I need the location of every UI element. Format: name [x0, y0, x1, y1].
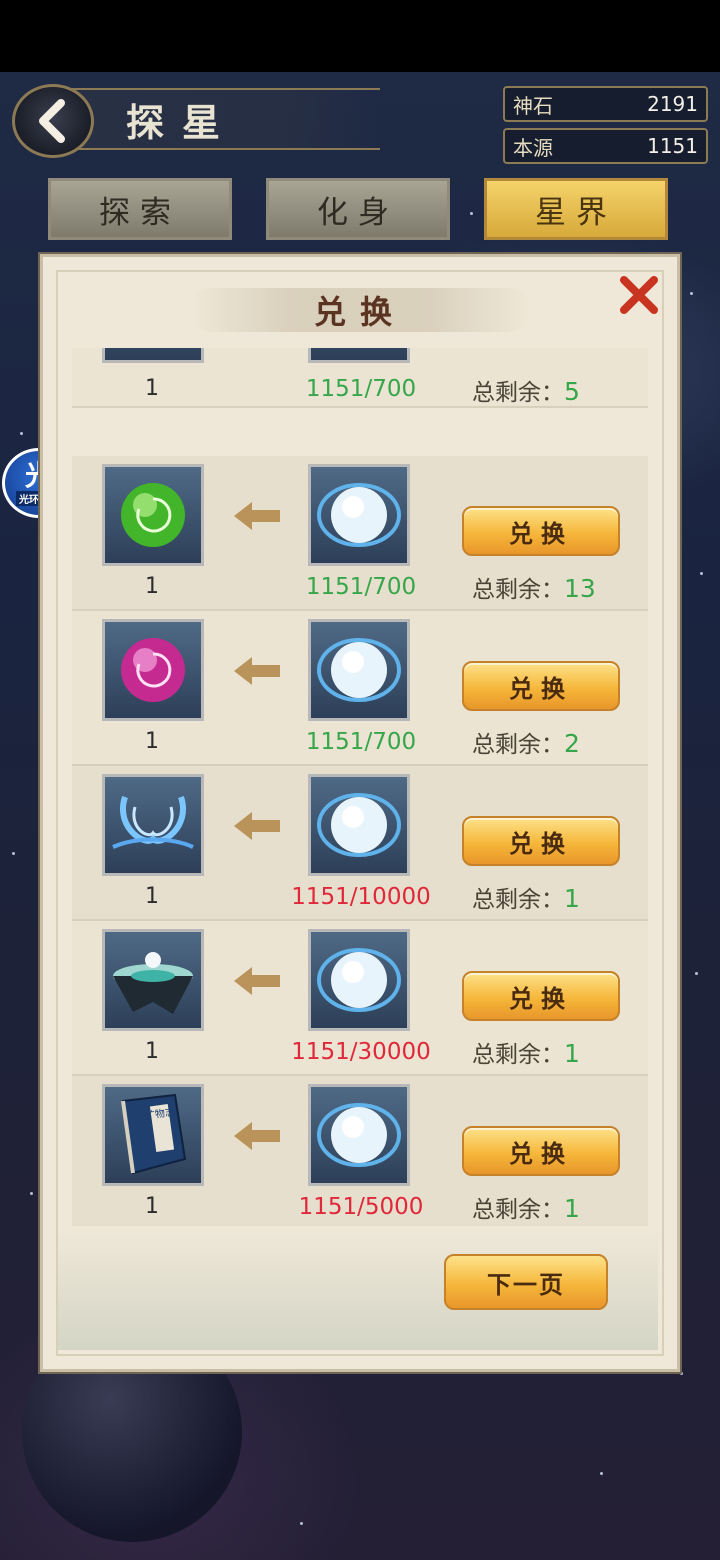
reward-count: 1 — [145, 1194, 159, 1219]
cost-ratio: 1151/700 — [305, 574, 417, 600]
green-orb-icon — [121, 483, 185, 547]
remain-count: 5 — [564, 377, 580, 406]
remain-text: 总剩余：2 — [472, 725, 632, 759]
list-item: 扩物志 1 1151/5000 兑换 总剩余：1 — [72, 1076, 648, 1226]
cost-item-slot[interactable] — [308, 619, 410, 721]
remain-count: 1 — [564, 1039, 580, 1068]
reward-count: 1 — [145, 574, 159, 599]
remain-label: 总剩余： — [472, 1042, 564, 1068]
exchange-button[interactable]: 兑换 — [462, 971, 620, 1021]
remain-count: 13 — [564, 574, 596, 603]
blue-tentacles-icon — [112, 796, 194, 849]
exchange-button[interactable]: 兑换 — [462, 506, 620, 556]
remain-label: 总剩余： — [472, 380, 564, 406]
white-crystal-orb-icon — [317, 483, 401, 547]
reward-item-slot[interactable]: 扩物志 — [102, 1084, 204, 1186]
list-item: 1 1151/30000 兑换 总剩余：1 — [72, 921, 648, 1076]
remain-label: 总剩余： — [472, 887, 564, 913]
resource-benyuan: 本源 1151 — [503, 128, 708, 164]
remain-label: 总剩余： — [472, 1197, 564, 1223]
cost-item-slot[interactable] — [308, 1084, 410, 1186]
cost-ratio: 1151/700 — [305, 729, 417, 755]
list-item: 1 1151/700 兑换 总剩余：5 — [72, 348, 648, 408]
remain-text: 总剩余：1 — [472, 1035, 632, 1069]
white-crystal-orb-icon — [317, 793, 401, 857]
white-crystal-orb-icon — [317, 948, 401, 1012]
back-button[interactable] — [12, 84, 94, 158]
resource-value: 1151 — [647, 134, 698, 158]
arrow-left-icon — [234, 812, 280, 840]
cost-ratio: 1151/5000 — [298, 1194, 424, 1220]
tab-avatar[interactable]: 化身 — [266, 178, 450, 240]
remain-count: 1 — [564, 884, 580, 913]
white-crystal-orb-icon — [317, 1103, 401, 1167]
remain-text: 总剩余：13 — [472, 570, 632, 604]
exchange-button[interactable]: 兑换 — [462, 661, 620, 711]
white-crystal-orb-icon — [317, 638, 401, 702]
book-icon: 扩物志 — [121, 1093, 187, 1175]
cost-ratio: 1151/30000 — [291, 1039, 431, 1065]
remain-count: 2 — [564, 729, 580, 758]
tab-star-realm[interactable]: 星界 — [484, 178, 668, 240]
cost-item-slot[interactable] — [308, 464, 410, 566]
cost-item-slot[interactable] — [308, 348, 410, 363]
remain-text: 总剩余：1 — [472, 880, 632, 914]
remain-label: 总剩余： — [472, 577, 564, 603]
magenta-orb-icon — [121, 638, 185, 702]
close-icon[interactable] — [616, 272, 662, 318]
exchange-button[interactable]: 兑换 — [462, 816, 620, 866]
reward-item-slot[interactable] — [102, 619, 204, 721]
cost-ratio: 1151/10000 — [291, 884, 431, 910]
cost-ratio: 1151/700 — [305, 376, 417, 402]
cyan-orb-icon — [105, 348, 201, 360]
arrow-left-icon — [234, 1122, 280, 1150]
tab-explore[interactable]: 探索 — [48, 178, 232, 240]
page-title: 探星 — [126, 100, 239, 145]
reward-item-slot[interactable] — [102, 929, 204, 1031]
reward-count: 1 — [145, 376, 159, 401]
resource-label: 本源 — [513, 135, 553, 160]
remain-text: 总剩余：1 — [472, 1190, 632, 1224]
remain-text: 总剩余：5 — [472, 373, 632, 407]
cost-item-slot[interactable] — [308, 774, 410, 876]
list-item: 1 1151/700 兑换 总剩余：13 — [72, 456, 648, 611]
exchange-list[interactable]: 1 1151/700 兑换 总剩余：5 1 1151/700 — [72, 348, 648, 1226]
cost-item-slot[interactable] — [308, 929, 410, 1031]
next-page-button[interactable]: 下一页 — [444, 1254, 608, 1310]
reward-count: 1 — [145, 729, 159, 754]
reward-item-slot[interactable] — [102, 774, 204, 876]
exchange-button[interactable]: 兑换 — [462, 1126, 620, 1176]
remain-label: 总剩余： — [472, 732, 564, 758]
resource-label: 神石 — [513, 93, 553, 118]
resource-shenshi: 神石 2191 — [503, 86, 708, 122]
arrow-left-icon — [234, 657, 280, 685]
reward-item-slot[interactable] — [102, 464, 204, 566]
reward-count: 1 — [145, 884, 159, 909]
list-item: 1 1151/700 兑换 总剩余：2 — [72, 611, 648, 766]
arrow-left-icon — [234, 967, 280, 995]
resource-value: 2191 — [647, 92, 698, 116]
reward-item-slot[interactable] — [102, 348, 204, 363]
reward-count: 1 — [145, 1039, 159, 1064]
chevron-left-icon — [39, 99, 65, 143]
floating-island-icon — [113, 952, 193, 1014]
remain-count: 1 — [564, 1194, 580, 1223]
white-crystal-orb-icon — [311, 348, 407, 360]
dialog-title: 兑换 — [190, 288, 530, 332]
arrow-left-icon — [234, 502, 280, 530]
list-item: 1 1151/10000 兑换 总剩余：1 — [72, 766, 648, 921]
